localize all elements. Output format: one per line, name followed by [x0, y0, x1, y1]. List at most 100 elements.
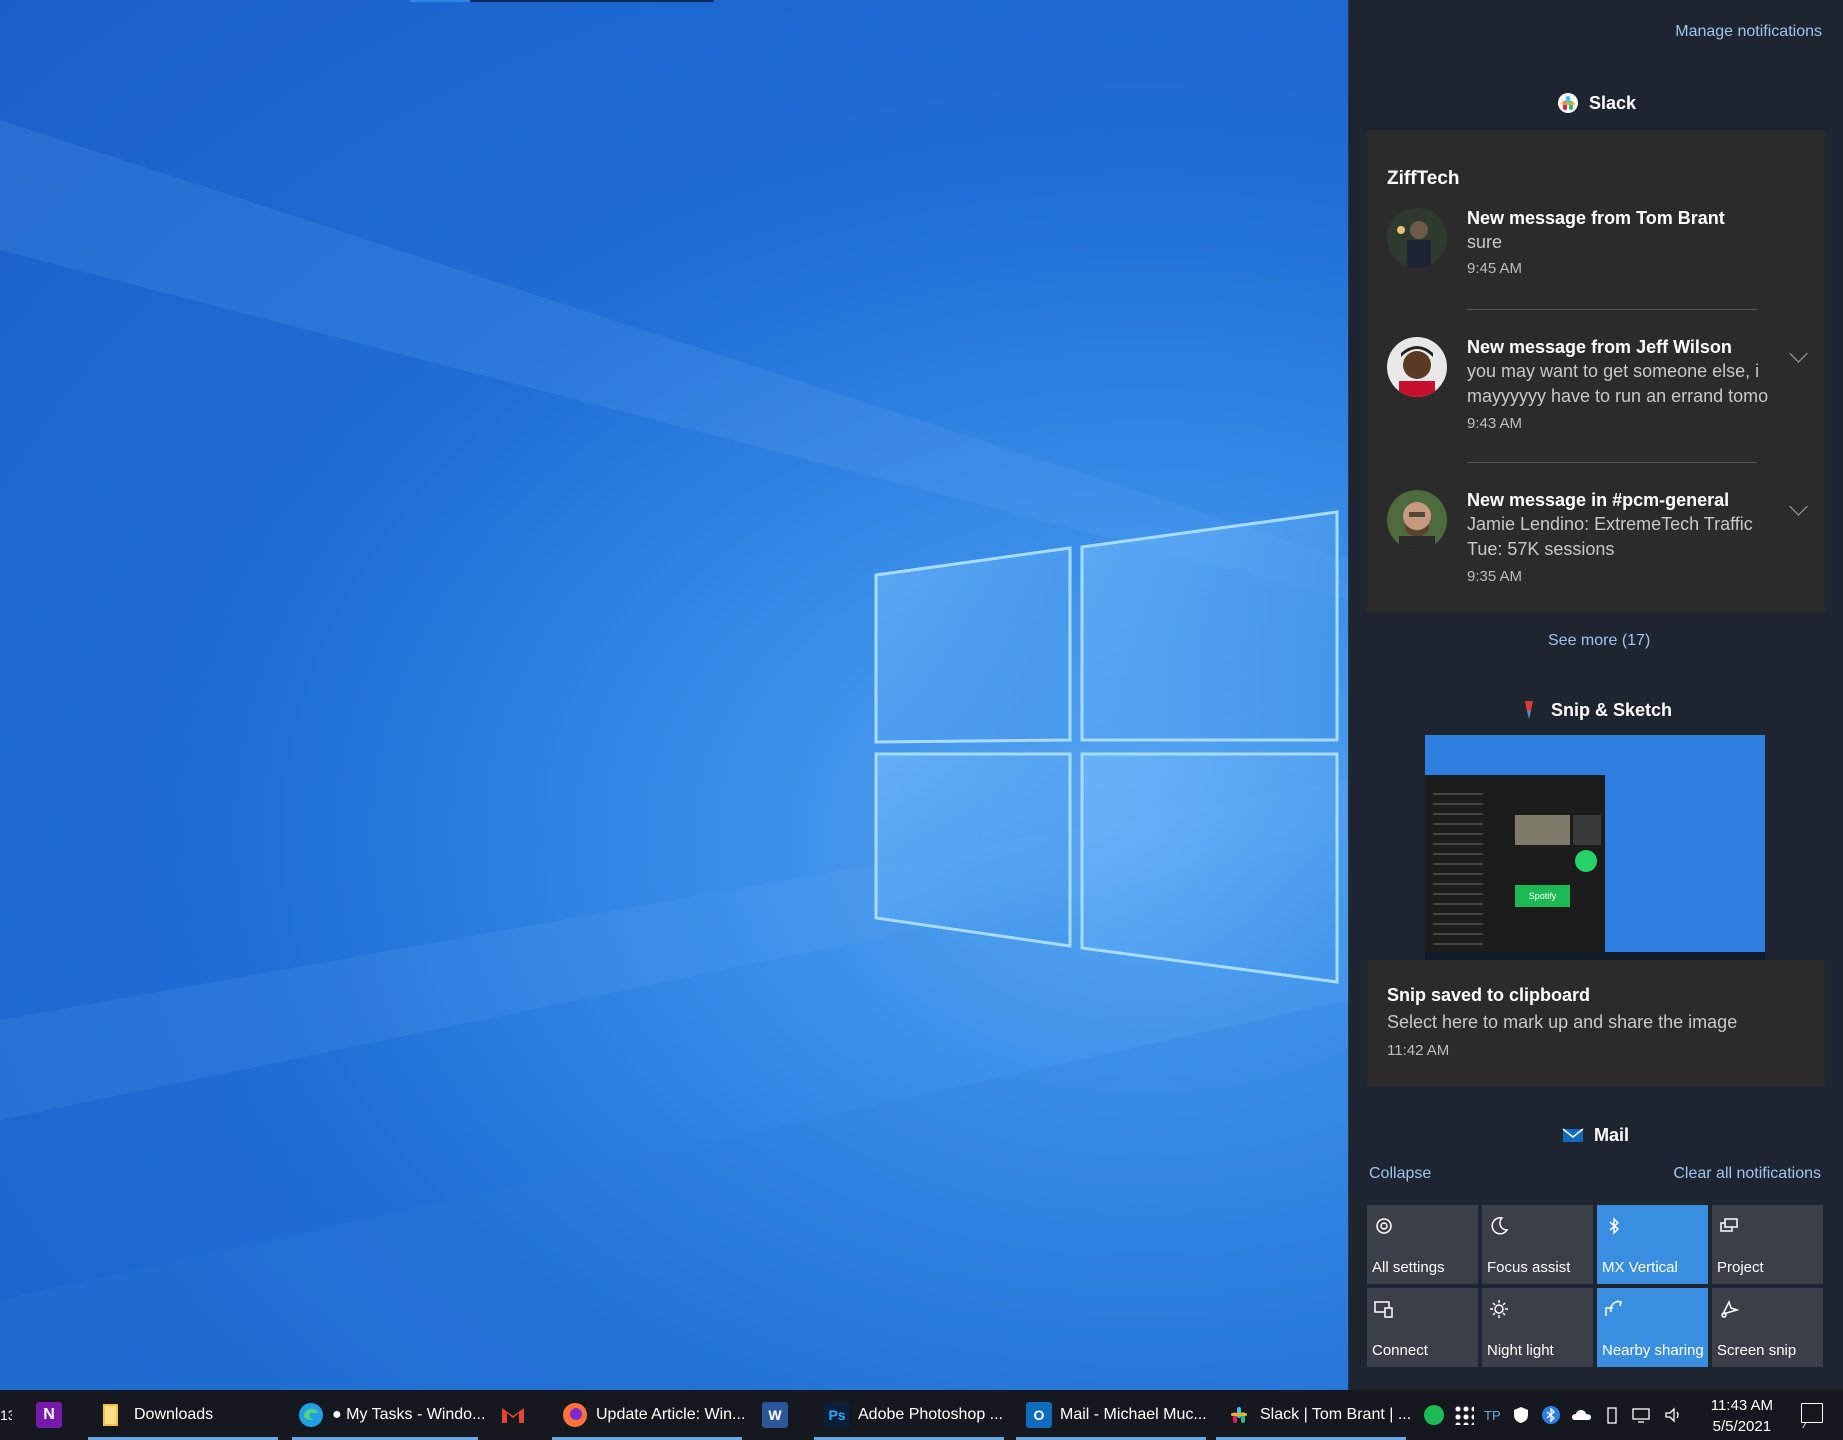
quick-action-label: Project: [1717, 1259, 1764, 1276]
taskbar-clock[interactable]: 11:43 AM 5/5/2021: [1711, 1395, 1773, 1437]
gmail-icon: [502, 1408, 524, 1423]
snip-thumbnail[interactable]: Spotify: [1425, 735, 1765, 960]
taskbar-partial-label: 13: [0, 1407, 12, 1423]
chevron-down-icon[interactable]: [1789, 344, 1808, 363]
taskbar-downloads[interactable]: Downloads: [88, 1390, 278, 1440]
notification-item[interactable]: New message in #pcm-general Jamie Lendin…: [1367, 490, 1825, 600]
network-icon[interactable]: [1631, 1405, 1653, 1425]
quick-action-all-settings[interactable]: All settings: [1367, 1205, 1478, 1284]
snip-notification-time: 11:42 AM: [1387, 1042, 1450, 1059]
avatar: [1387, 490, 1447, 550]
firefox-icon: [563, 1403, 587, 1427]
snip-notification-title: Snip saved to clipboard: [1387, 985, 1591, 1005]
clock-date: 5/5/2021: [1712, 1418, 1772, 1435]
quick-action-label: Screen snip: [1717, 1342, 1797, 1359]
windows-logo: [0, 120, 1348, 1390]
shield-icon[interactable]: [1511, 1405, 1531, 1425]
snip-icon: [1721, 1300, 1740, 1318]
usb-drive-icon[interactable]: [1603, 1405, 1621, 1425]
taskbar-item-label: Downloads: [134, 1406, 214, 1423]
bluetooth-icon: [1609, 1217, 1620, 1235]
onenote-icon: N: [36, 1402, 62, 1428]
moon-icon: [1491, 1217, 1509, 1235]
taskbar-item-label: ● My Tasks - Windo...: [332, 1406, 486, 1423]
manage-notifications-link[interactable]: Manage notifications: [1675, 23, 1822, 41]
snip-app-header: Snip & Sketch: [1348, 699, 1843, 721]
taskbar-item-label: Adobe Photoshop ...: [858, 1406, 1003, 1423]
edge-icon: [299, 1403, 323, 1427]
notification-time: 9:43 AM: [1467, 415, 1523, 432]
bluetooth-icon[interactable]: [1541, 1405, 1561, 1425]
quick-actions-grid: All settings Focus assist MX Vertical Pr…: [1367, 1205, 1823, 1367]
quick-action-bluetooth[interactable]: MX Vertical: [1597, 1205, 1708, 1284]
quick-action-screen-snip[interactable]: Screen snip: [1712, 1288, 1823, 1367]
quick-action-project[interactable]: Project: [1712, 1205, 1823, 1284]
avatar: [1387, 337, 1447, 397]
notification-body: mayyyyyy have to run an errand tomo: [1467, 386, 1769, 406]
taskbar-outlook[interactable]: O Mail - Michael Muc...: [1016, 1390, 1207, 1440]
slack-app-name: Slack: [1588, 92, 1637, 113]
taskbar-firefox[interactable]: Update Article: Win...: [552, 1390, 746, 1440]
snip-notification-body: Select here to mark up and share the ima…: [1387, 1012, 1738, 1032]
notification-time: 9:45 AM: [1467, 260, 1523, 277]
notification-body: sure: [1467, 232, 1503, 252]
quick-action-nearby-sharing[interactable]: Nearby sharing: [1597, 1288, 1708, 1367]
word-icon: W: [762, 1402, 788, 1428]
share-icon: [1605, 1300, 1622, 1316]
slack-app-header: Slack: [1349, 92, 1843, 114]
quick-action-label: Nearby sharing: [1602, 1342, 1704, 1359]
taskbar-word[interactable]: W: [762, 1390, 794, 1440]
taskbar-slack[interactable]: Slack | Tom Brant | ...: [1216, 1390, 1411, 1440]
notification-title: New message from Jeff Wilson: [1467, 337, 1732, 357]
mail-app-header-clip: Mail: [1348, 1120, 1843, 1142]
quick-action-label: Focus assist: [1487, 1259, 1571, 1276]
mail-app-header: Mail: [1348, 1124, 1843, 1142]
spotify-tile: Spotify: [1515, 885, 1570, 907]
mail-icon: [1562, 1128, 1584, 1142]
collapse-link[interactable]: Collapse: [1369, 1165, 1431, 1183]
taskbar-gmail[interactable]: [500, 1390, 532, 1440]
outlook-icon: O: [1026, 1402, 1052, 1428]
notification-item[interactable]: New message from Tom Brant sure 9:45 AM: [1367, 208, 1825, 308]
avatar: [1387, 208, 1447, 268]
see-more-link[interactable]: See more (17): [1548, 632, 1650, 650]
notification-time: 9:35 AM: [1467, 568, 1523, 585]
sun-icon: [1490, 1300, 1508, 1318]
taskbar-partial-item[interactable]: 13: [0, 1390, 12, 1440]
taskbar-edge[interactable]: ● My Tasks - Windo...: [292, 1390, 485, 1440]
divider: [1467, 309, 1757, 310]
quick-action-label: Connect: [1372, 1342, 1428, 1359]
tray-text-icon[interactable]: TP: [1484, 1408, 1501, 1423]
chevron-down-icon[interactable]: [1789, 497, 1808, 516]
quick-action-focus-assist[interactable]: Focus assist: [1482, 1205, 1593, 1284]
notification-item[interactable]: New message from Jeff Wilson you may wan…: [1367, 337, 1825, 447]
snip-sketch-icon: [1524, 701, 1533, 719]
notification-body: you may want to get someone else, i: [1467, 361, 1760, 381]
slack-notification-card[interactable]: ZiffTech New message from Tom Brant sure…: [1367, 130, 1825, 613]
notification-body: Jamie Lendino: ExtremeTech Traffic: [1467, 514, 1753, 534]
quick-action-label: MX Vertical: [1602, 1259, 1678, 1276]
taskbar-item-label: Slack | Tom Brant | ...: [1260, 1406, 1412, 1423]
taskbar-item-label: Update Article: Win...: [596, 1406, 746, 1423]
clear-all-notifications-link[interactable]: Clear all notifications: [1673, 1165, 1821, 1183]
taskbar-photoshop[interactable]: Ps Adobe Photoshop ...: [814, 1390, 1004, 1440]
taskbar-onenote[interactable]: N: [36, 1390, 68, 1440]
clock-time: 11:43 AM: [1710, 1397, 1773, 1414]
system-tray: TP: [1424, 1390, 1685, 1440]
quick-action-label: Night light: [1487, 1342, 1554, 1359]
quick-action-night-light[interactable]: Night light: [1482, 1288, 1593, 1367]
desktop-wallpaper: [0, 0, 1348, 1390]
snip-notification-card[interactable]: Snip saved to clipboard Select here to m…: [1367, 960, 1825, 1087]
divider: [1467, 462, 1757, 463]
onedrive-icon[interactable]: [1571, 1405, 1593, 1425]
slack-icon: [1557, 93, 1578, 113]
quick-action-connect[interactable]: Connect: [1367, 1288, 1478, 1367]
action-center-button[interactable]: [1801, 1403, 1823, 1423]
whatsapp-icon: [1575, 850, 1597, 872]
photoshop-icon: Ps: [824, 1402, 850, 1428]
mail-app-name: Mail: [1593, 1124, 1629, 1143]
spotify-icon[interactable]: [1424, 1405, 1444, 1425]
slack-tray-icon[interactable]: [1454, 1405, 1474, 1425]
volume-icon[interactable]: [1663, 1405, 1685, 1425]
quick-action-label: All settings: [1372, 1259, 1445, 1276]
